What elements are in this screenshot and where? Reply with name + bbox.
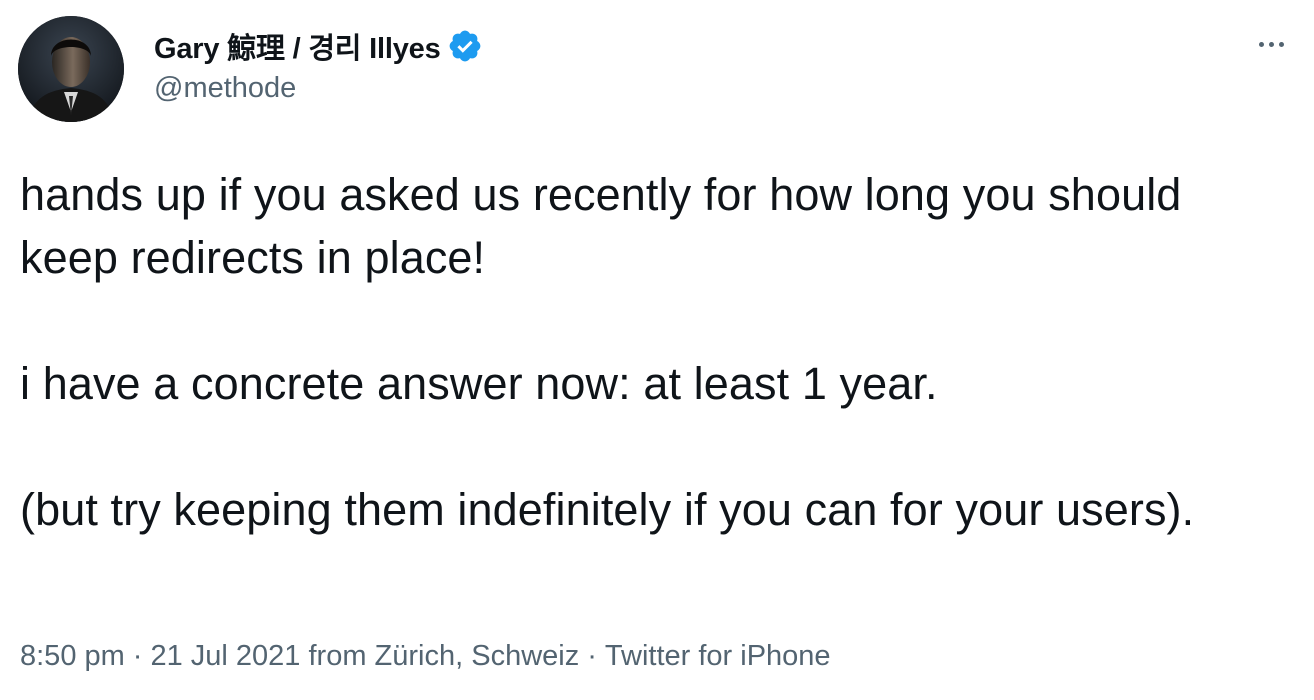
tweet-source[interactable]: Twitter for iPhone <box>605 640 831 672</box>
more-dot <box>1258 41 1264 47</box>
more-dot <box>1268 41 1274 47</box>
avatar[interactable] <box>18 16 124 122</box>
more-dot <box>1278 41 1284 47</box>
author-handle[interactable]: @methode <box>154 72 296 105</box>
tweet-paragraph: hands up if you asked us recently for ho… <box>20 169 1182 283</box>
tweet-location: from Zürich, Schweiz <box>308 640 580 672</box>
verified-badge-icon <box>447 28 483 64</box>
meta-separator: · <box>132 640 143 672</box>
author-name-row[interactable]: Gary 鯨理 / 경리 Illyes <box>154 26 483 66</box>
tweet-date[interactable]: 21 Jul 2021 <box>150 640 300 672</box>
more-options-icon[interactable] <box>1248 30 1294 58</box>
tweet-paragraph: (but try keeping them indefinitely if yo… <box>20 484 1195 535</box>
tweet-card: Gary 鯨理 / 경리 Illyes @methode hands up if… <box>0 0 1314 700</box>
tweet-text: hands up if you asked us recently for ho… <box>20 163 1290 541</box>
meta-separator: · <box>587 640 597 672</box>
tweet-time[interactable]: 8:50 pm <box>20 640 125 672</box>
display-name[interactable]: Gary 鯨理 / 경리 Illyes <box>154 25 441 67</box>
tweet-paragraph: i have a concrete answer now: at least 1… <box>20 358 938 409</box>
tweet-metadata: 8:50 pm · 21 Jul 2021 from Zürich, Schweiz… <box>20 640 831 673</box>
